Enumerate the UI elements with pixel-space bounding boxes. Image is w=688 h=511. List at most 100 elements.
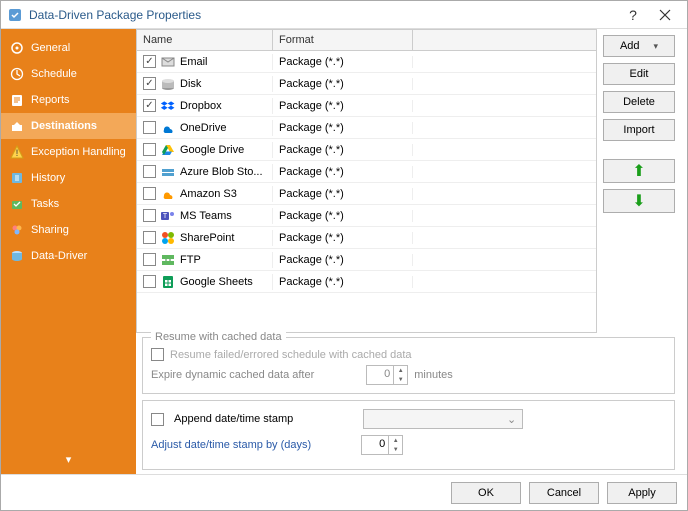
row-checkbox[interactable] — [143, 209, 156, 222]
body: General Schedule Reports Destinations! Excep… — [1, 29, 687, 474]
sidebar-item-label: History — [31, 172, 65, 184]
row-name: OneDrive — [180, 122, 226, 134]
row-checkbox[interactable]: ✓ — [143, 55, 156, 68]
row-format: Package (*.*) — [273, 232, 413, 244]
append-label: Append date/time stamp — [174, 413, 293, 425]
row-checkbox[interactable] — [143, 121, 156, 134]
destinations-grid: Name Format ✓EmailPackage (*.*)✓DiskPack… — [136, 29, 597, 333]
table-row[interactable]: Google SheetsPackage (*.*) — [137, 271, 596, 293]
sidebar-item-destinations[interactable]: Destinations — [1, 113, 136, 139]
append-panel: Append date/time stamp ⌄ Adjust date/tim… — [142, 400, 675, 470]
ftp-icon — [160, 252, 176, 268]
table-row[interactable]: Azure Blob Sto...Package (*.*) — [137, 161, 596, 183]
sidebar-item-data-driver[interactable]: Data-Driver — [1, 243, 136, 269]
append-checkbox[interactable] — [151, 413, 164, 426]
row-checkbox[interactable] — [143, 275, 156, 288]
row-format: Package (*.*) — [273, 144, 413, 156]
sidebar-item-label: Schedule — [31, 68, 77, 80]
row-name: Google Sheets — [180, 276, 253, 288]
row-name: SharePoint — [180, 232, 234, 244]
sidebar-item-label: Exception Handling — [31, 146, 126, 158]
column-header-format[interactable]: Format — [273, 30, 413, 50]
grid-header: Name Format — [137, 30, 596, 51]
row-checkbox[interactable]: ✓ — [143, 99, 156, 112]
row-format: Package (*.*) — [273, 56, 413, 68]
spinner-up-icon[interactable]: ▲ — [389, 436, 402, 445]
add-button[interactable]: Add — [603, 35, 675, 57]
row-format: Package (*.*) — [273, 166, 413, 178]
sidebar-item-schedule[interactable]: Schedule — [1, 61, 136, 87]
sidebar-item-exception-handling[interactable]: ! Exception Handling — [1, 139, 136, 165]
edit-button[interactable]: Edit — [603, 63, 675, 85]
sidebar-item-general[interactable]: General — [1, 35, 136, 61]
button-column: Add Edit Delete Import ⬆ ⬇ — [603, 29, 675, 333]
window-title: Data-Driven Package Properties — [29, 8, 617, 22]
sharept-icon — [160, 230, 176, 246]
gdrive-icon — [160, 142, 176, 158]
close-button[interactable] — [649, 3, 681, 27]
resume-label: Resume failed/errored schedule with cach… — [170, 349, 412, 361]
apply-button[interactable]: Apply — [607, 482, 677, 504]
sidebar-icon — [9, 40, 25, 56]
import-button[interactable]: Import — [603, 119, 675, 141]
delete-button[interactable]: Delete — [603, 91, 675, 113]
ok-button[interactable]: OK — [451, 482, 521, 504]
row-checkbox[interactable] — [143, 253, 156, 266]
row-name: Google Drive — [180, 144, 244, 156]
row-name: Amazon S3 — [180, 188, 237, 200]
row-name: Disk — [180, 78, 201, 90]
table-row[interactable]: Google Drive Package (*.*) — [137, 139, 596, 161]
sidebar-icon — [9, 66, 25, 82]
onedrive-icon — [160, 120, 176, 136]
help-button[interactable]: ? — [617, 3, 649, 27]
sidebar-item-label: Sharing — [31, 224, 69, 236]
spinner-up-icon[interactable]: ▲ — [394, 366, 407, 375]
adjust-value-input[interactable]: 0 ▲▼ — [361, 435, 403, 455]
sidebar-icon: ! — [9, 144, 25, 160]
table-row[interactable]: T MS Teams Package (*.*) — [137, 205, 596, 227]
move-up-button[interactable]: ⬆ — [603, 159, 675, 183]
resume-checkbox — [151, 348, 164, 361]
sidebar-icon — [9, 170, 25, 186]
row-checkbox[interactable] — [143, 187, 156, 200]
table-row[interactable]: OneDrivePackage (*.*) — [137, 117, 596, 139]
row-checkbox[interactable] — [143, 165, 156, 178]
table-row[interactable]: Amazon S3Package (*.*) — [137, 183, 596, 205]
row-format: Package (*.*) — [273, 210, 413, 222]
sidebar-item-tasks[interactable]: Tasks — [1, 191, 136, 217]
sidebar-expand-icon[interactable]: ▾ — [1, 445, 136, 474]
column-header-name[interactable]: Name — [137, 30, 273, 50]
table-row[interactable]: SharePoint Package (*.*) — [137, 227, 596, 249]
sidebar-item-reports[interactable]: Reports — [1, 87, 136, 113]
sidebar-item-history[interactable]: History — [1, 165, 136, 191]
move-down-button[interactable]: ⬇ — [603, 189, 675, 213]
app-icon — [7, 7, 23, 23]
sidebar-icon — [9, 92, 25, 108]
table-row[interactable]: FTPPackage (*.*) — [137, 249, 596, 271]
adjust-link[interactable]: Adjust date/time stamp by (days) — [151, 439, 311, 451]
table-row[interactable]: ✓DropboxPackage (*.*) — [137, 95, 596, 117]
cancel-button[interactable]: Cancel — [529, 482, 599, 504]
sidebar-icon — [9, 118, 25, 134]
azure-icon — [160, 164, 176, 180]
row-checkbox[interactable] — [143, 231, 156, 244]
sidebar-item-label: Reports — [31, 94, 70, 106]
sidebar-item-sharing[interactable]: Sharing — [1, 217, 136, 243]
column-header-rest — [413, 30, 596, 50]
row-name: MS Teams — [180, 210, 232, 222]
row-checkbox[interactable]: ✓ — [143, 77, 156, 90]
row-checkbox[interactable] — [143, 143, 156, 156]
s3-icon — [160, 186, 176, 202]
expire-value-input[interactable]: 0 ▲▼ — [366, 365, 408, 385]
email-icon — [160, 54, 176, 70]
row-format: Package (*.*) — [273, 78, 413, 90]
teams-icon: T — [160, 208, 176, 224]
sidebar-icon — [9, 222, 25, 238]
table-row[interactable]: ✓ Disk Package (*.*) — [137, 73, 596, 95]
spinner-down-icon[interactable]: ▼ — [389, 445, 402, 454]
table-row[interactable]: ✓EmailPackage (*.*) — [137, 51, 596, 73]
spinner-down-icon[interactable]: ▼ — [394, 375, 407, 384]
append-format-combo[interactable]: ⌄ — [363, 409, 523, 429]
expire-label: Expire dynamic cached data after — [151, 369, 314, 381]
row-format: Package (*.*) — [273, 100, 413, 112]
